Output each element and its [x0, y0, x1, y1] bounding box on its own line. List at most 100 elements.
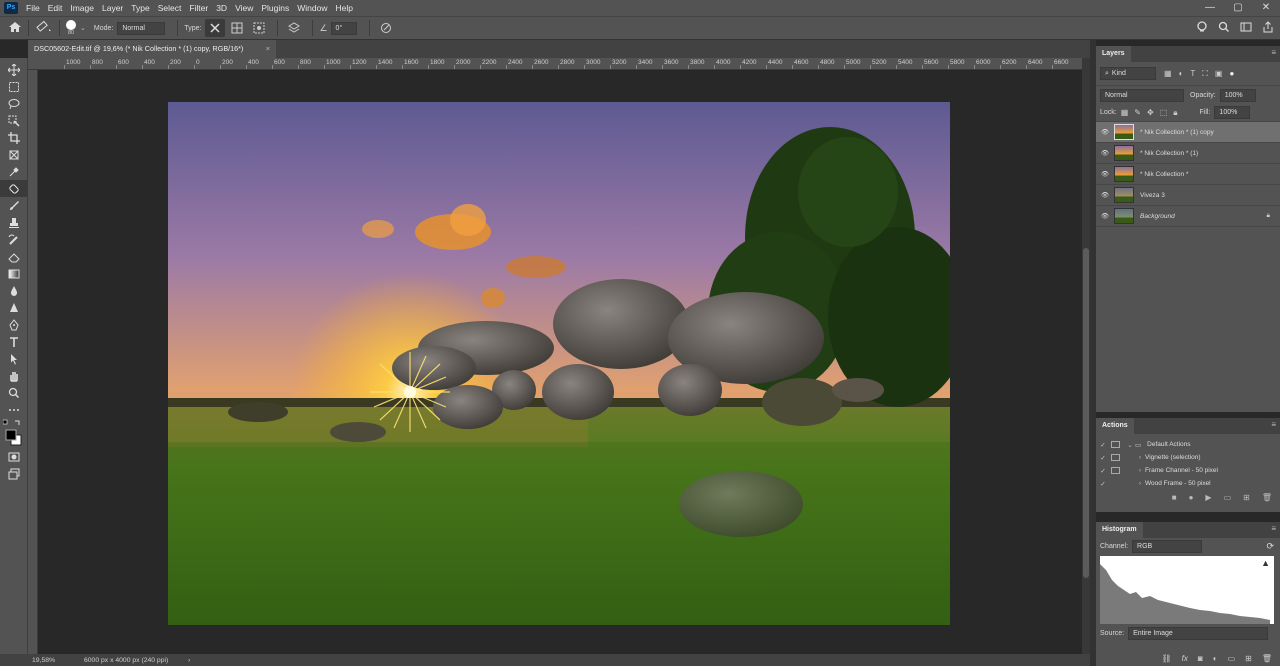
- home-icon[interactable]: [8, 21, 22, 35]
- chevron-right-icon[interactable]: ›: [1135, 467, 1145, 474]
- layer-name[interactable]: Viveza 3: [1140, 192, 1165, 199]
- workspace-icon[interactable]: [1240, 21, 1252, 35]
- dialog-toggle-icon[interactable]: [1111, 454, 1120, 461]
- action-row[interactable]: ✓ › Vignette (selection): [1096, 451, 1280, 464]
- object-selection-tool-icon[interactable]: [0, 112, 28, 129]
- healing-brush-tool-icon[interactable]: [0, 180, 28, 197]
- type-tool-icon[interactable]: [0, 333, 28, 350]
- source-select[interactable]: Entire Image: [1128, 626, 1269, 640]
- lock-artboard-icon[interactable]: ⬚: [1160, 108, 1168, 117]
- color-swap-icon[interactable]: [0, 418, 28, 428]
- menu-type[interactable]: Type: [127, 0, 153, 16]
- healing-brush-preset-icon[interactable]: [35, 20, 53, 36]
- create-texture-button[interactable]: [227, 19, 247, 37]
- action-set-row[interactable]: ✓ ⌄ ▭ Default Actions: [1096, 438, 1280, 451]
- chevron-right-icon[interactable]: ›: [1135, 480, 1145, 487]
- hand-tool-icon[interactable]: [0, 367, 28, 384]
- zoom-tool-icon[interactable]: [0, 384, 28, 401]
- mask-icon[interactable]: ◙: [1198, 654, 1203, 663]
- opacity-field[interactable]: 100%: [1219, 88, 1256, 102]
- layer-row[interactable]: 👁︎ * Nik Collection * (1) copy: [1096, 122, 1280, 143]
- menu-image[interactable]: Image: [66, 0, 98, 16]
- mode-select[interactable]: Normal: [117, 21, 166, 35]
- record-icon[interactable]: ●: [1189, 493, 1194, 502]
- history-brush-tool-icon[interactable]: [0, 231, 28, 248]
- group-icon[interactable]: ▭: [1228, 654, 1236, 663]
- path-selection-tool-icon[interactable]: [0, 350, 28, 367]
- smart-object-filter-icon[interactable]: ▣: [1215, 69, 1223, 78]
- layer-row[interactable]: 👁︎ * Nik Collection *: [1096, 164, 1280, 185]
- learn-icon[interactable]: [1196, 21, 1208, 35]
- brush-tool-icon[interactable]: [0, 197, 28, 214]
- menu-select[interactable]: Select: [154, 0, 186, 16]
- move-tool-icon[interactable]: [0, 61, 28, 78]
- blend-mode-select[interactable]: Normal: [1100, 88, 1184, 102]
- dialog-toggle-icon[interactable]: [1111, 467, 1120, 474]
- actions-tab[interactable]: Actions: [1096, 418, 1134, 434]
- dialog-toggle-icon[interactable]: [1111, 441, 1120, 448]
- share-icon[interactable]: [1262, 21, 1274, 35]
- menu-file[interactable]: File: [22, 0, 44, 16]
- status-menu-arrow[interactable]: ›: [188, 657, 190, 664]
- quick-mask-icon[interactable]: [0, 448, 28, 465]
- play-icon[interactable]: ▶: [1205, 493, 1211, 502]
- layer-row[interactable]: 👁︎ Viveza 3: [1096, 185, 1280, 206]
- lock-all-icon[interactable]: 🔒︎: [1173, 108, 1177, 118]
- clone-stamp-tool-icon[interactable]: [0, 214, 28, 231]
- eye-icon[interactable]: 👁︎: [1096, 191, 1114, 199]
- layers-tab[interactable]: Layers: [1096, 46, 1131, 62]
- marquee-tool-icon[interactable]: [0, 78, 28, 95]
- sample-all-layers-button[interactable]: [284, 19, 304, 37]
- vertical-scroll-thumb[interactable]: [1083, 248, 1089, 578]
- content-aware-button[interactable]: [205, 19, 226, 37]
- adjustment-filter-icon[interactable]: ◐: [1179, 69, 1184, 78]
- layer-name[interactable]: * Nik Collection * (1): [1140, 150, 1198, 157]
- lock-image-icon[interactable]: ✎: [1134, 108, 1141, 117]
- action-row[interactable]: ✓ › Wood Frame - 50 pixel: [1096, 477, 1280, 490]
- gradient-tool-icon[interactable]: [0, 265, 28, 282]
- eye-icon[interactable]: 👁︎: [1096, 170, 1114, 178]
- new-set-icon[interactable]: ▭: [1224, 493, 1232, 502]
- menu-view[interactable]: View: [231, 0, 257, 16]
- zoom-level[interactable]: 19,58%: [0, 657, 55, 664]
- pen-tool-icon[interactable]: [0, 316, 28, 333]
- minimize-button[interactable]: —: [1196, 0, 1224, 16]
- angle-field[interactable]: 0°: [330, 21, 357, 35]
- menu-help[interactable]: Help: [331, 0, 356, 16]
- chevron-down-icon[interactable]: ⌄: [1125, 441, 1135, 449]
- close-tab-icon[interactable]: ×: [266, 40, 270, 58]
- menu-layer[interactable]: Layer: [98, 0, 127, 16]
- vertical-scrollbar[interactable]: [1082, 58, 1090, 656]
- hamburger-menu-icon[interactable]: ≡: [1271, 524, 1276, 533]
- lock-transparent-icon[interactable]: ▦: [1121, 108, 1129, 117]
- menu-window[interactable]: Window: [293, 0, 331, 16]
- hamburger-menu-icon[interactable]: ≡: [1271, 420, 1276, 429]
- refresh-icon[interactable]: ⟳: [1266, 541, 1274, 552]
- pressure-size-button[interactable]: [376, 19, 396, 37]
- layer-name[interactable]: * Nik Collection * (1) copy: [1140, 129, 1214, 136]
- link-layers-icon[interactable]: ⛓︎: [1162, 654, 1172, 663]
- eraser-tool-icon[interactable]: [0, 248, 28, 265]
- eye-icon[interactable]: 👁︎: [1096, 128, 1114, 136]
- frame-tool-icon[interactable]: [0, 146, 28, 163]
- foreground-background-color-icon[interactable]: [0, 428, 28, 448]
- trash-icon[interactable]: 🗑︎: [1262, 654, 1272, 663]
- eye-icon[interactable]: 👁︎: [1096, 212, 1114, 220]
- filter-toggle-icon[interactable]: ●: [1229, 69, 1234, 78]
- document-tab[interactable]: DSC05602-Edit.tif @ 19,6% (* Nik Collect…: [28, 40, 276, 58]
- eye-icon[interactable]: 👁︎: [1096, 149, 1114, 157]
- channel-select[interactable]: RGB: [1132, 539, 1203, 553]
- layer-row[interactable]: 👁︎ * Nik Collection * (1): [1096, 143, 1280, 164]
- crop-tool-icon[interactable]: [0, 129, 28, 146]
- fx-icon[interactable]: fx: [1182, 654, 1188, 663]
- pixel-filter-icon[interactable]: ▦: [1164, 69, 1172, 78]
- check-icon[interactable]: ✓: [1096, 454, 1110, 462]
- layer-name[interactable]: * Nik Collection *: [1140, 171, 1188, 178]
- fill-field[interactable]: 100%: [1214, 106, 1251, 119]
- chevron-down-icon[interactable]: ⌄: [80, 24, 86, 32]
- blur-tool-icon[interactable]: [0, 282, 28, 299]
- menu-3d[interactable]: 3D: [212, 0, 231, 16]
- histogram-tab[interactable]: Histogram: [1096, 522, 1143, 538]
- hamburger-menu-icon[interactable]: ≡: [1271, 48, 1276, 57]
- maximize-button[interactable]: ▢: [1224, 0, 1252, 16]
